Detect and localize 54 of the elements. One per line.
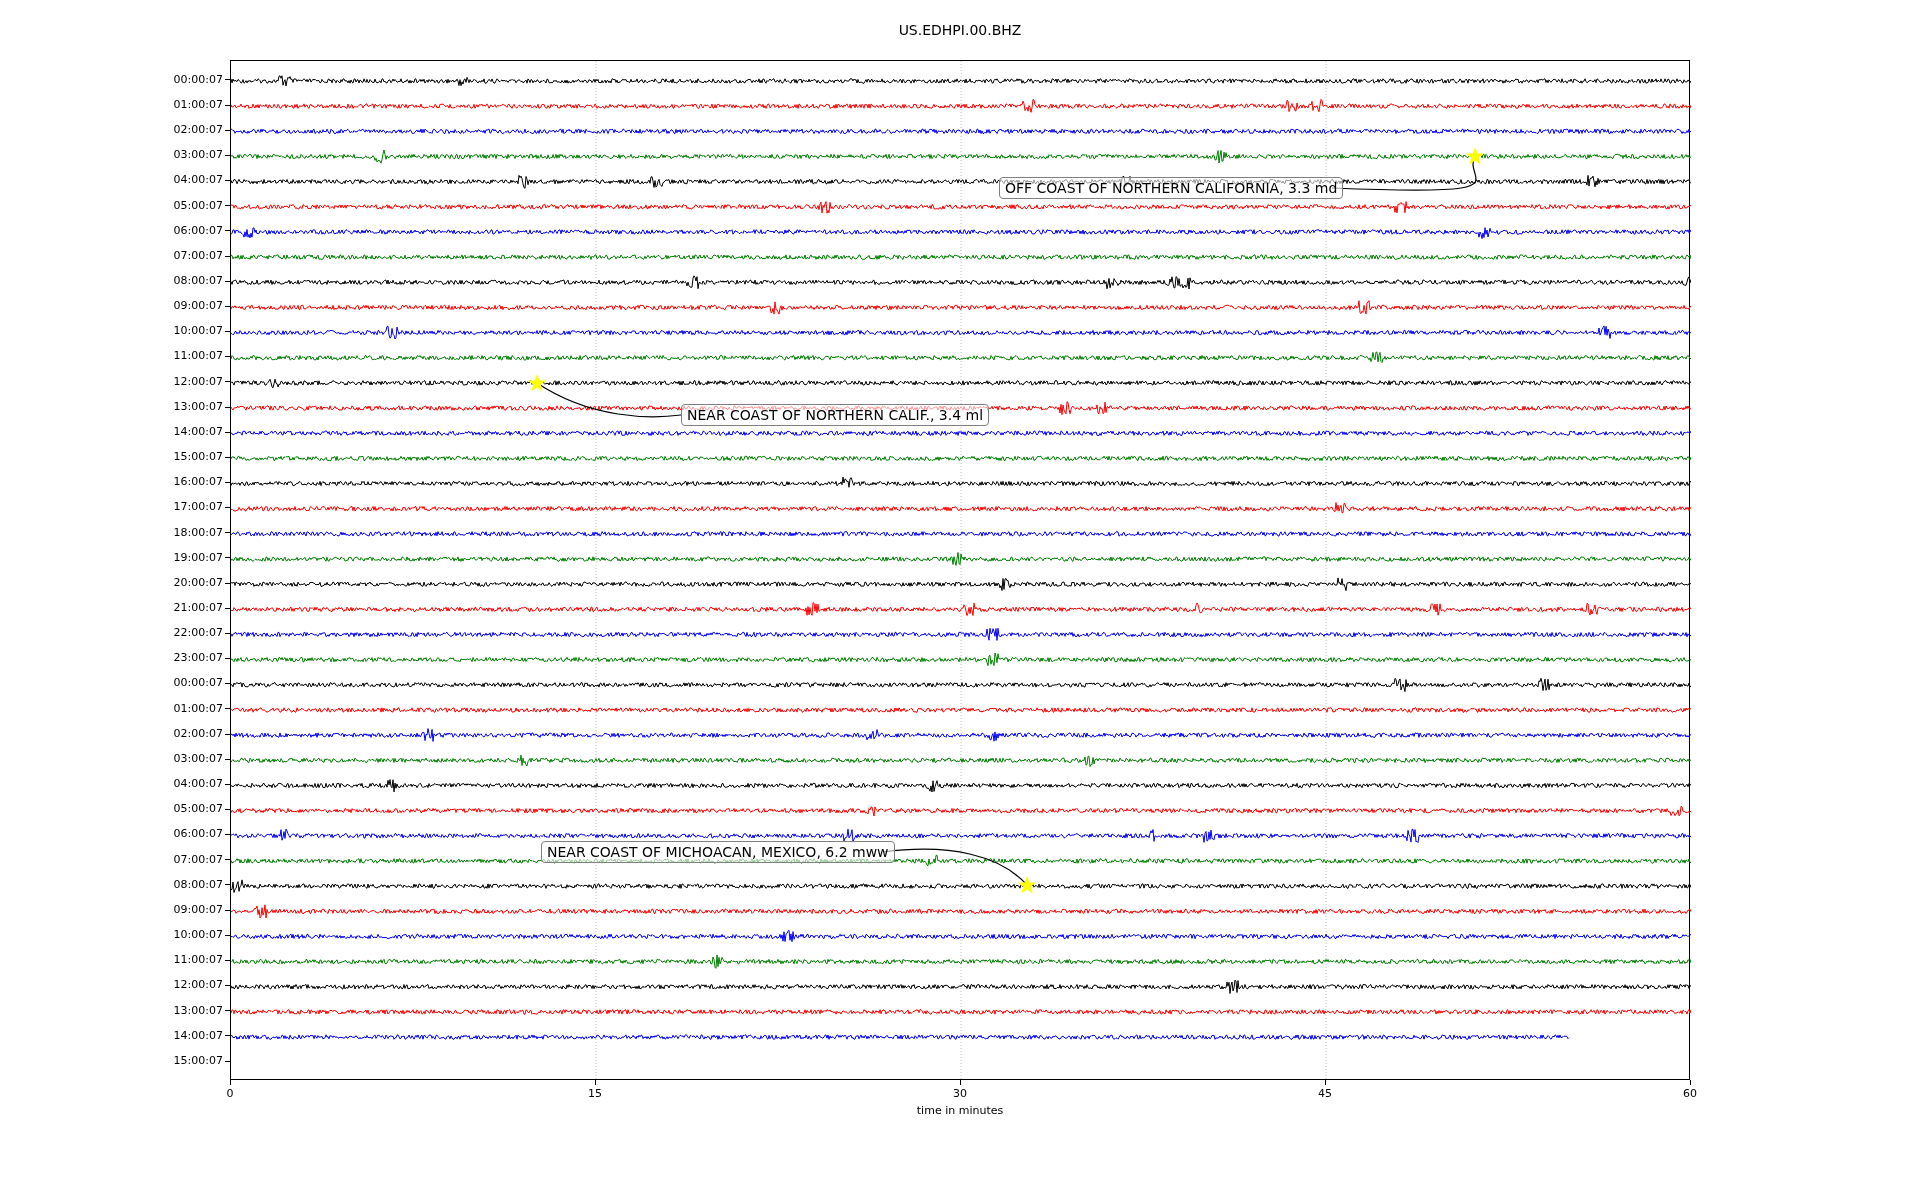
time-label: 13:00:07 [173, 1002, 224, 1019]
time-label: 03:00:07 [173, 147, 224, 164]
time-label: 15:00:07 [173, 1052, 224, 1069]
time-label: 00:00:07 [173, 675, 224, 692]
plot-title: US.EDHPI.00.BHZ [897, 21, 1023, 40]
time-label: 18:00:07 [173, 524, 224, 541]
star-icon [527, 373, 547, 393]
time-label: 05:00:07 [173, 801, 224, 818]
time-label: 19:00:07 [173, 549, 224, 566]
event-label: NEAR COAST OF MICHOACAN, MEXICO, 6.2 mww [541, 841, 895, 863]
axis-tick-label: 30 [953, 1087, 967, 1101]
time-label: 04:00:07 [173, 172, 224, 189]
time-label: 20:00:07 [173, 574, 224, 591]
star-icon [1017, 875, 1037, 895]
time-label: 09:00:07 [173, 901, 224, 918]
time-label: 13:00:07 [173, 398, 224, 415]
time-label: 06:00:07 [173, 222, 224, 239]
time-label: 07:00:07 [173, 851, 224, 868]
axis-label: time in minutes [915, 1103, 1005, 1119]
time-label: 22:00:07 [173, 625, 224, 642]
time-label: 04:00:07 [173, 776, 224, 793]
time-label: 21:00:07 [173, 600, 224, 616]
time-label: 15:00:07 [173, 449, 224, 466]
time-label: 10:00:07 [173, 927, 224, 944]
time-label: 01:00:07 [173, 700, 224, 717]
time-label: 12:00:07 [173, 373, 224, 390]
time-label: 02:00:07 [173, 725, 224, 742]
time-label: 17:00:07 [173, 499, 224, 516]
time-label: 08:00:07 [173, 272, 224, 289]
time-label: 23:00:07 [173, 650, 224, 667]
time-label: 01:00:07 [173, 96, 224, 113]
axis-tick-label: 45 [1318, 1087, 1332, 1101]
time-label: 14:00:07 [173, 1027, 224, 1044]
time-label: 16:00:07 [173, 474, 224, 491]
time-label: 14:00:07 [173, 423, 224, 440]
time-label: 10:00:07 [173, 323, 224, 340]
time-label: 07:00:07 [173, 247, 224, 264]
time-label: 00:00:07 [173, 71, 224, 88]
time-label: 08:00:07 [173, 876, 224, 893]
axis-tick-label: 15 [588, 1087, 602, 1101]
time-label: 02:00:07 [173, 122, 224, 139]
time-label: 12:00:07 [173, 977, 224, 994]
star-icon [1465, 146, 1485, 166]
axis-tick-label: 0 [226, 1087, 234, 1101]
axis-tick-label: 60 [1683, 1087, 1697, 1101]
time-label: 11:00:07 [173, 952, 224, 969]
time-label: 06:00:07 [173, 826, 224, 843]
time-label: 11:00:07 [173, 348, 224, 365]
tick-mark [1689, 1080, 1691, 1085]
time-label: 09:00:07 [173, 298, 224, 315]
event-label: OFF COAST OF NORTHERN CALIFORNIA, 3.3 md [999, 177, 1344, 199]
event-label: NEAR COAST OF NORTHERN CALIF., 3.4 ml [681, 404, 990, 426]
time-label: 03:00:07 [173, 750, 224, 767]
time-label: 05:00:07 [173, 197, 224, 214]
